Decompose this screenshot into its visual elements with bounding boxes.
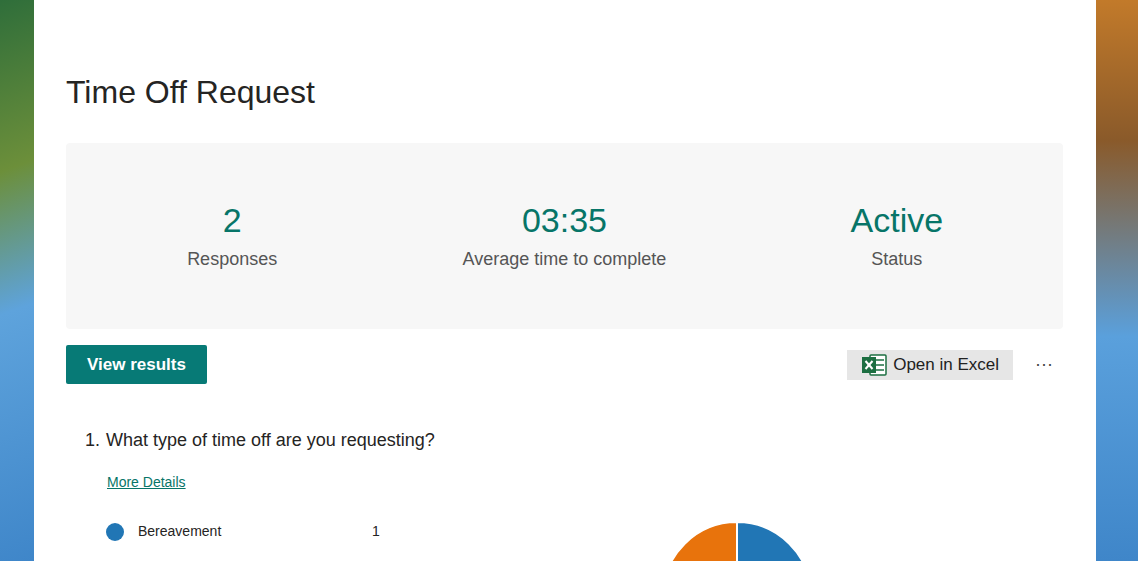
legend-count: 1 <box>372 521 380 542</box>
question-number: 1. <box>85 428 100 452</box>
legend-item: Bereavement1 <box>106 521 663 542</box>
stat-value: 2 <box>223 200 242 240</box>
more-button[interactable]: ··· <box>1029 351 1059 378</box>
stat-value: 03:35 <box>522 200 607 240</box>
question-results: Bereavement1 <box>66 521 1063 561</box>
open-in-excel-label: Open in Excel <box>893 352 999 378</box>
stat: 03:35 Average time to complete <box>398 200 730 329</box>
pie-chart <box>663 522 811 561</box>
background-right <box>1096 0 1138 561</box>
legend-dot <box>106 523 124 541</box>
excel-icon <box>861 353 887 377</box>
form-card: Time Off Request 2 Responses 03:35 Average t… <box>34 0 1096 561</box>
question-text: What type of time off are you requesting… <box>106 428 435 452</box>
view-results-button[interactable]: View results <box>66 345 207 384</box>
stat-label: Responses <box>187 247 277 271</box>
stat-label: Status <box>871 247 922 271</box>
pie-slice[interactable] <box>663 522 737 561</box>
toolbar: View results Open in Excel ··· <box>66 345 1063 384</box>
background-left <box>0 0 34 561</box>
open-in-excel-button[interactable]: Open in Excel <box>847 350 1013 380</box>
legend-label: Bereavement <box>138 521 372 542</box>
stat: 2 Responses <box>66 200 398 329</box>
legend: Bereavement1 <box>66 521 663 542</box>
stat: Active Status <box>731 200 1063 329</box>
question-title: 1.What type of time off are you requesti… <box>66 428 1063 452</box>
page: Time Off Request 2 Responses 03:35 Average t… <box>0 0 1138 561</box>
more-details-link[interactable]: More Details <box>107 473 186 491</box>
stat-label: Average time to complete <box>463 247 667 271</box>
stat-value: Active <box>851 200 944 240</box>
pie-slice[interactable] <box>737 522 811 561</box>
stats-panel: 2 Responses 03:35 Average time to complete A… <box>66 143 1063 329</box>
form-title: Time Off Request <box>66 72 1063 112</box>
